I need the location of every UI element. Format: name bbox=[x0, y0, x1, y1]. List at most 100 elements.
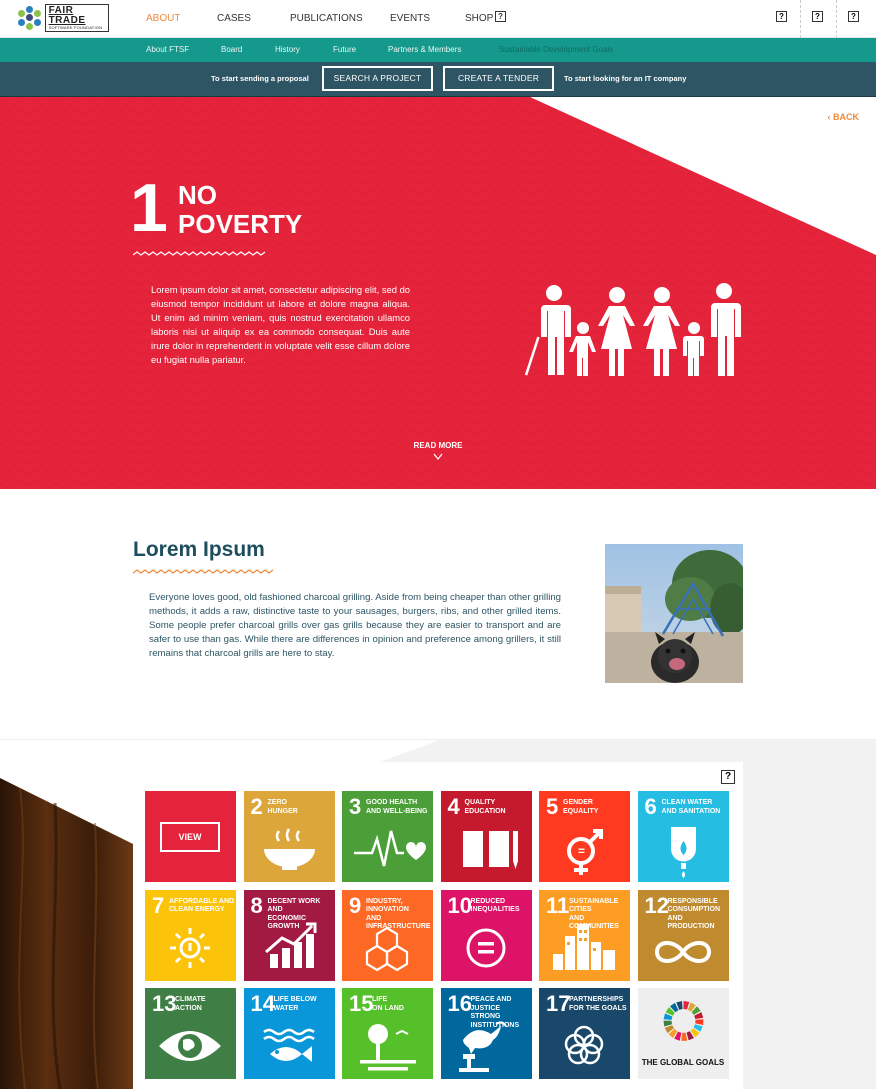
search-icon[interactable]: ? bbox=[776, 11, 787, 22]
brand-name: FAIR TRADE bbox=[48, 5, 86, 26]
goal-label: GOOD HEALTH AND WELL-BEING bbox=[366, 799, 427, 816]
goal-tile-13[interactable]: 13 CLIMATE ACTION bbox=[145, 988, 236, 1079]
goal-label: GENDER EQUALITY bbox=[563, 799, 598, 816]
goal-tile-8[interactable]: 8 DECENT WORK AND ECONOMIC GROWTH bbox=[243, 889, 335, 981]
top-navigation: FAIR TRADE SOFTWARE FOUNDATION ABOUT CAS… bbox=[0, 0, 876, 38]
svg-text:=: = bbox=[578, 844, 585, 858]
goal-label-line: ACTION bbox=[175, 1004, 202, 1012]
sub-navigation: About FTSF Board History Future Partners… bbox=[0, 38, 876, 62]
goal-number: 8 bbox=[250, 892, 263, 918]
goal-tile-11[interactable]: 11 SUSTAINABLE CITIES AND COMMUNITIES bbox=[539, 889, 630, 981]
create-tender-button[interactable]: CREATE A TENDER bbox=[443, 66, 554, 91]
goal-number: 1 bbox=[130, 170, 168, 246]
goal-number: 13 bbox=[152, 991, 177, 1016]
goal-number: 10 bbox=[447, 892, 472, 918]
goal-label-line: EQUALITY bbox=[563, 807, 599, 815]
read-more-button[interactable]: READ MORE bbox=[388, 441, 488, 462]
goal-tile-16[interactable]: 16 PEACE AND JUSTICE STRONG INSTITUTIONS bbox=[440, 988, 532, 1079]
wood-panel-image bbox=[0, 778, 133, 1089]
goal-label: DECENT WORK AND ECONOMIC GROWTH bbox=[268, 898, 335, 932]
goal-label: RESPONSIBLE CONSUMPTION AND PRODUCTION bbox=[668, 898, 729, 932]
nav-divider bbox=[836, 0, 837, 38]
goal-label-line: CONSUMPTION bbox=[667, 906, 721, 913]
goal-tile-2[interactable]: 2 ZERO HUNGER bbox=[243, 791, 335, 882]
goal-label-line: ECONOMIC GROWTH bbox=[267, 914, 307, 931]
nav-publications[interactable]: PUBLICATIONS bbox=[290, 13, 363, 24]
goal-tile-10[interactable]: 10 REDUCED INEQUALITIES bbox=[440, 889, 532, 981]
goal-number: 17 bbox=[546, 991, 571, 1016]
page: FAIR TRADE SOFTWARE FOUNDATION ABOUT CAS… bbox=[0, 0, 876, 1089]
goal-number: 5 bbox=[546, 794, 559, 819]
global-goals-label: THE GLOBAL GOALS bbox=[641, 1058, 725, 1067]
goal-label-line: INDUSTRY, INNOVATION bbox=[366, 897, 409, 914]
site-logo[interactable]: FAIR TRADE SOFTWARE FOUNDATION bbox=[17, 4, 109, 32]
subnav-sdg[interactable]: Sustainable Development Goals bbox=[499, 45, 613, 54]
goal-label-line: QUALITY bbox=[464, 799, 496, 806]
goal-number: 14 bbox=[250, 991, 275, 1016]
nav-events[interactable]: EVENTS bbox=[390, 13, 430, 24]
goal-number: 11 bbox=[546, 892, 570, 918]
goal-tile-7[interactable]: 7 AFFORDABLE AND CLEAN ENERGY bbox=[145, 889, 236, 981]
goal-tile-4[interactable]: 4 QUALITY EDUCATION bbox=[440, 791, 532, 882]
goal-tile-9[interactable]: 9 INDUSTRY, INNOVATION AND INFRASTRUCTURE bbox=[342, 889, 433, 981]
goal-label-line: AND COMMUNITIES bbox=[569, 914, 619, 931]
goal-tile-6[interactable]: 6 CLEAN WATER AND SANITATION bbox=[637, 791, 729, 882]
goal-tile-3[interactable]: 3 GOOD HEALTH AND WELL-BEING bbox=[342, 791, 433, 882]
subnav-board[interactable]: Board bbox=[221, 45, 242, 54]
subnav-about-ftsf[interactable]: About FTSF bbox=[146, 45, 189, 54]
goal-hero: ‹ BACK 1 NO POVERTY Lorem ipsum dolor si… bbox=[0, 97, 876, 489]
goal-label-line: GENDER bbox=[563, 799, 593, 806]
goal-label: CLEAN WATER AND SANITATION bbox=[662, 799, 721, 816]
hero-paragraph: Lorem ipsum dolor sit amet, consectetur … bbox=[151, 284, 410, 365]
menu-icon[interactable]: ? bbox=[848, 11, 859, 22]
proposal-hint: To start sending a proposal bbox=[211, 74, 309, 83]
goal-number: 4 bbox=[447, 794, 460, 819]
goal-label-line: LIFE BELOW bbox=[273, 996, 317, 1003]
global-goals-tile[interactable]: THE GLOBAL GOALS bbox=[637, 988, 729, 1079]
goal-number: 15 bbox=[349, 991, 374, 1016]
goals-help-icon[interactable]: ? bbox=[721, 770, 735, 784]
goal-tile-17[interactable]: 17 PARTNERSHIPS FOR THE GOALS bbox=[539, 988, 630, 1079]
goal-label-line: CLEAN ENERGY bbox=[169, 906, 225, 913]
nav-about[interactable]: ABOUT bbox=[146, 13, 180, 24]
search-project-button[interactable]: SEARCH A PROJECT bbox=[322, 66, 433, 91]
goal-tile-1[interactable]: VIEW bbox=[145, 791, 236, 882]
goal-label-line: CLIMATE bbox=[175, 996, 206, 1003]
nav-cases[interactable]: CASES bbox=[217, 13, 251, 24]
shop-cart-icon[interactable]: ? bbox=[495, 11, 506, 22]
goal-label-line: STRONG INSTITUTIONS bbox=[470, 1013, 520, 1029]
goal-label: QUALITY EDUCATION bbox=[465, 799, 506, 816]
goal-label-line: REDUCED bbox=[470, 897, 506, 905]
nav-shop[interactable]: SHOP bbox=[465, 13, 493, 24]
subnav-history[interactable]: History bbox=[275, 45, 300, 54]
goal-label: CLIMATE ACTION bbox=[175, 996, 206, 1013]
goal-label: PEACE AND JUSTICE STRONG INSTITUTIONS bbox=[471, 996, 532, 1030]
goal-number: 7 bbox=[152, 892, 165, 918]
no-poverty-family-icon bbox=[525, 283, 741, 376]
goal-number: 2 bbox=[250, 794, 263, 819]
goal-tile-5[interactable]: = 5 GENDER EQUALITY bbox=[539, 791, 630, 882]
goal-number: 16 bbox=[447, 991, 472, 1016]
goal-tile-14[interactable]: 14 LIFE BELOW WATER bbox=[243, 988, 335, 1079]
user-icon[interactable]: ? bbox=[812, 11, 823, 22]
goal-label-line: LIFE bbox=[372, 996, 388, 1003]
goal-label-line: AFFORDABLE AND bbox=[169, 897, 235, 905]
cta-bar: To start sending a proposal SEARCH A PRO… bbox=[0, 62, 876, 97]
goal-tile-12[interactable]: 12 RESPONSIBLE CONSUMPTION AND PRODUCTION bbox=[637, 889, 729, 981]
goal-label: AFFORDABLE AND CLEAN ENERGY bbox=[169, 898, 234, 915]
goal-number: 9 bbox=[349, 892, 362, 918]
goal-label-line: EDUCATION bbox=[464, 807, 506, 815]
zigzag-divider bbox=[133, 251, 266, 256]
subnav-future[interactable]: Future bbox=[333, 45, 356, 54]
goal-label-line: AND SANITATION bbox=[661, 807, 721, 815]
view-button[interactable]: VIEW bbox=[160, 822, 220, 852]
article-paragraph: Everyone loves good, old fashioned charc… bbox=[149, 592, 561, 659]
company-hint: To start looking for an IT company bbox=[564, 74, 687, 83]
goal-label-line: WATER bbox=[273, 1004, 299, 1012]
back-link[interactable]: ‹ BACK bbox=[828, 112, 860, 122]
goal-label-line: PARTNERSHIPS bbox=[569, 996, 624, 1003]
subnav-partners-members[interactable]: Partners & Members bbox=[388, 45, 461, 54]
goal-label-line: ZERO bbox=[267, 799, 287, 806]
goal-tile-15[interactable]: 15 LIFE ON LAND bbox=[342, 988, 433, 1079]
article-zigzag-divider bbox=[133, 569, 274, 574]
